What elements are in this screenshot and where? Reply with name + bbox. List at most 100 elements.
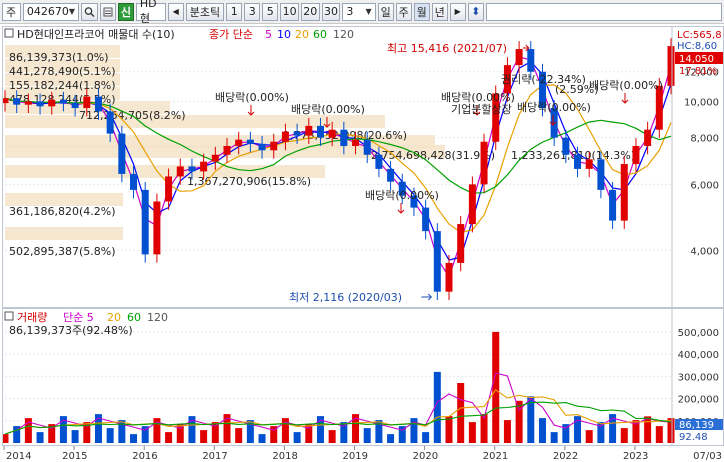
candle-body [246,139,254,144]
candle-body [130,173,138,190]
price-y-tick: 8,000 [690,134,719,145]
high-price-label: 최고 15,416 (2021/07) [387,42,507,55]
period-20-button[interactable]: 20 [300,2,320,21]
candle-body [200,161,208,172]
dividend-label: 배당락(0.00%) [365,189,439,202]
candle-body [667,46,675,86]
chevron-down-icon[interactable]: ▼ [366,7,372,16]
candle-body [153,201,161,255]
period-5-button[interactable]: 5 [262,2,279,21]
volume-bar [130,434,138,443]
volume-profile-label: 2,754,698,428(31.9%) [371,149,495,162]
candle-body [118,133,126,174]
volume-y-tick: 400,000 [678,350,719,361]
candle-body [328,129,336,138]
change-label: (2.59%) [555,83,599,96]
x-tick-label: 2022 [553,451,578,462]
candle-body [515,49,523,66]
candle-body [188,166,196,172]
current-price-label: 14,050 [679,54,714,65]
candle-body [165,176,173,202]
tick-period-button[interactable]: 분초틱 [185,2,225,21]
candle-body [375,154,383,169]
updown-arrows-icon[interactable]: ⬍ [467,2,484,21]
count-input[interactable]: 3 ▼ [342,2,376,21]
candle-body [352,139,360,146]
volume-bar [468,422,476,443]
stock-code-value: 042670 [26,5,69,18]
week-button[interactable]: 주 [395,2,412,21]
toolbar-blank-field[interactable] [485,2,723,21]
x-axis-svg: 2014 2015 2016 2017 2018 2019 2020 2021 2022 2023… [3,446,722,462]
magnifier-icon[interactable] [81,2,98,21]
volume-bar [655,426,663,443]
price-chart-panel[interactable]: 86,139,373(1.0%) 441,278,490(5.1%) 155,182… [1,26,724,308]
volume-bar [644,416,652,443]
volume-bar [106,428,114,443]
volume-y-tick: 300,000 [678,372,719,383]
candle-body [223,145,231,155]
x-tick-label: 2021 [483,451,508,462]
candle-body [24,101,32,105]
candle-body [270,141,278,151]
period-prev-button[interactable]: ◀ [167,2,184,21]
candle-body [609,189,617,221]
ratio-label: 17.81% [679,66,717,77]
ma120-legend: 120 [333,28,354,41]
day-button[interactable]: 일 [377,2,394,21]
volume-bar [235,428,243,443]
dividend-label: 배당락(0.00%) [589,79,663,92]
candle-body [585,159,593,169]
candle-body [235,139,243,146]
lc-label: LC:565,8 [677,30,722,41]
next-arrow-button[interactable]: ▶ [449,2,466,21]
hc-label: HC:8,60 [677,41,717,52]
candle-body [480,141,488,185]
stock-name-field[interactable]: HD현 [135,0,166,25]
period-10-button[interactable]: 10 [280,2,299,21]
candle-body [71,103,79,109]
volume-bar [258,434,266,443]
candle-body [36,101,44,107]
volume-bar [71,430,79,443]
period-3-button[interactable]: 3 [244,2,261,21]
period-30-button[interactable]: 30 [321,2,341,21]
ma-legend-label: 종가 단순 [209,28,253,41]
x-end-label: 07/03 [693,451,722,462]
period-1-button[interactable]: 1 [226,2,243,21]
month-button[interactable]: 월 [413,2,430,21]
candle-body [176,166,184,177]
ma10-legend: 10 [277,28,291,41]
year-button[interactable]: 년 [431,2,448,21]
volume-chart-panel[interactable]: 500,000400,000300,000200,000100,000 거래량 … [1,308,724,446]
price-y-tick: 10,000 [684,97,719,108]
volume-bar [363,428,371,443]
vol-ma5-legend: 단순 5 [63,311,94,324]
price-y-tick: 6,000 [690,180,719,191]
candle-body [106,111,114,134]
volume-bar [457,383,465,443]
candle-body [457,224,465,263]
volume-bar [387,434,395,443]
market-select[interactable]: 주 [2,2,21,21]
stock-list-icon[interactable] [99,2,116,21]
candle-body [433,231,441,292]
x-tick-label: 2019 [343,451,368,462]
volume-y-tick: 500,000 [678,328,719,339]
x-tick-label: 2014 [6,451,31,462]
price-chart[interactable]: 86,139,373(1.0%)441,278,490(5.1%)155,182… [1,27,723,307]
candle-body [211,154,219,162]
dividend-marker [621,93,629,104]
x-tick-label: 2023 [623,451,648,462]
chevron-down-icon[interactable]: ▼ [69,7,75,16]
candle-body [644,129,652,146]
volume-ratio-value: 92.48 [679,432,708,443]
stock-code-input[interactable]: 042670 ▼ [22,2,80,21]
volume-chart[interactable]: 500,000400,000300,000200,000100,000 거래량 … [1,309,723,445]
x-tick-label: 2020 [413,451,438,462]
ma20-legend: 20 [295,28,309,41]
dividend-label: 배당락(0.00%) [291,103,365,116]
candle-body [574,154,582,169]
candle-body [597,159,605,190]
x-tick-label: 2018 [272,451,297,462]
